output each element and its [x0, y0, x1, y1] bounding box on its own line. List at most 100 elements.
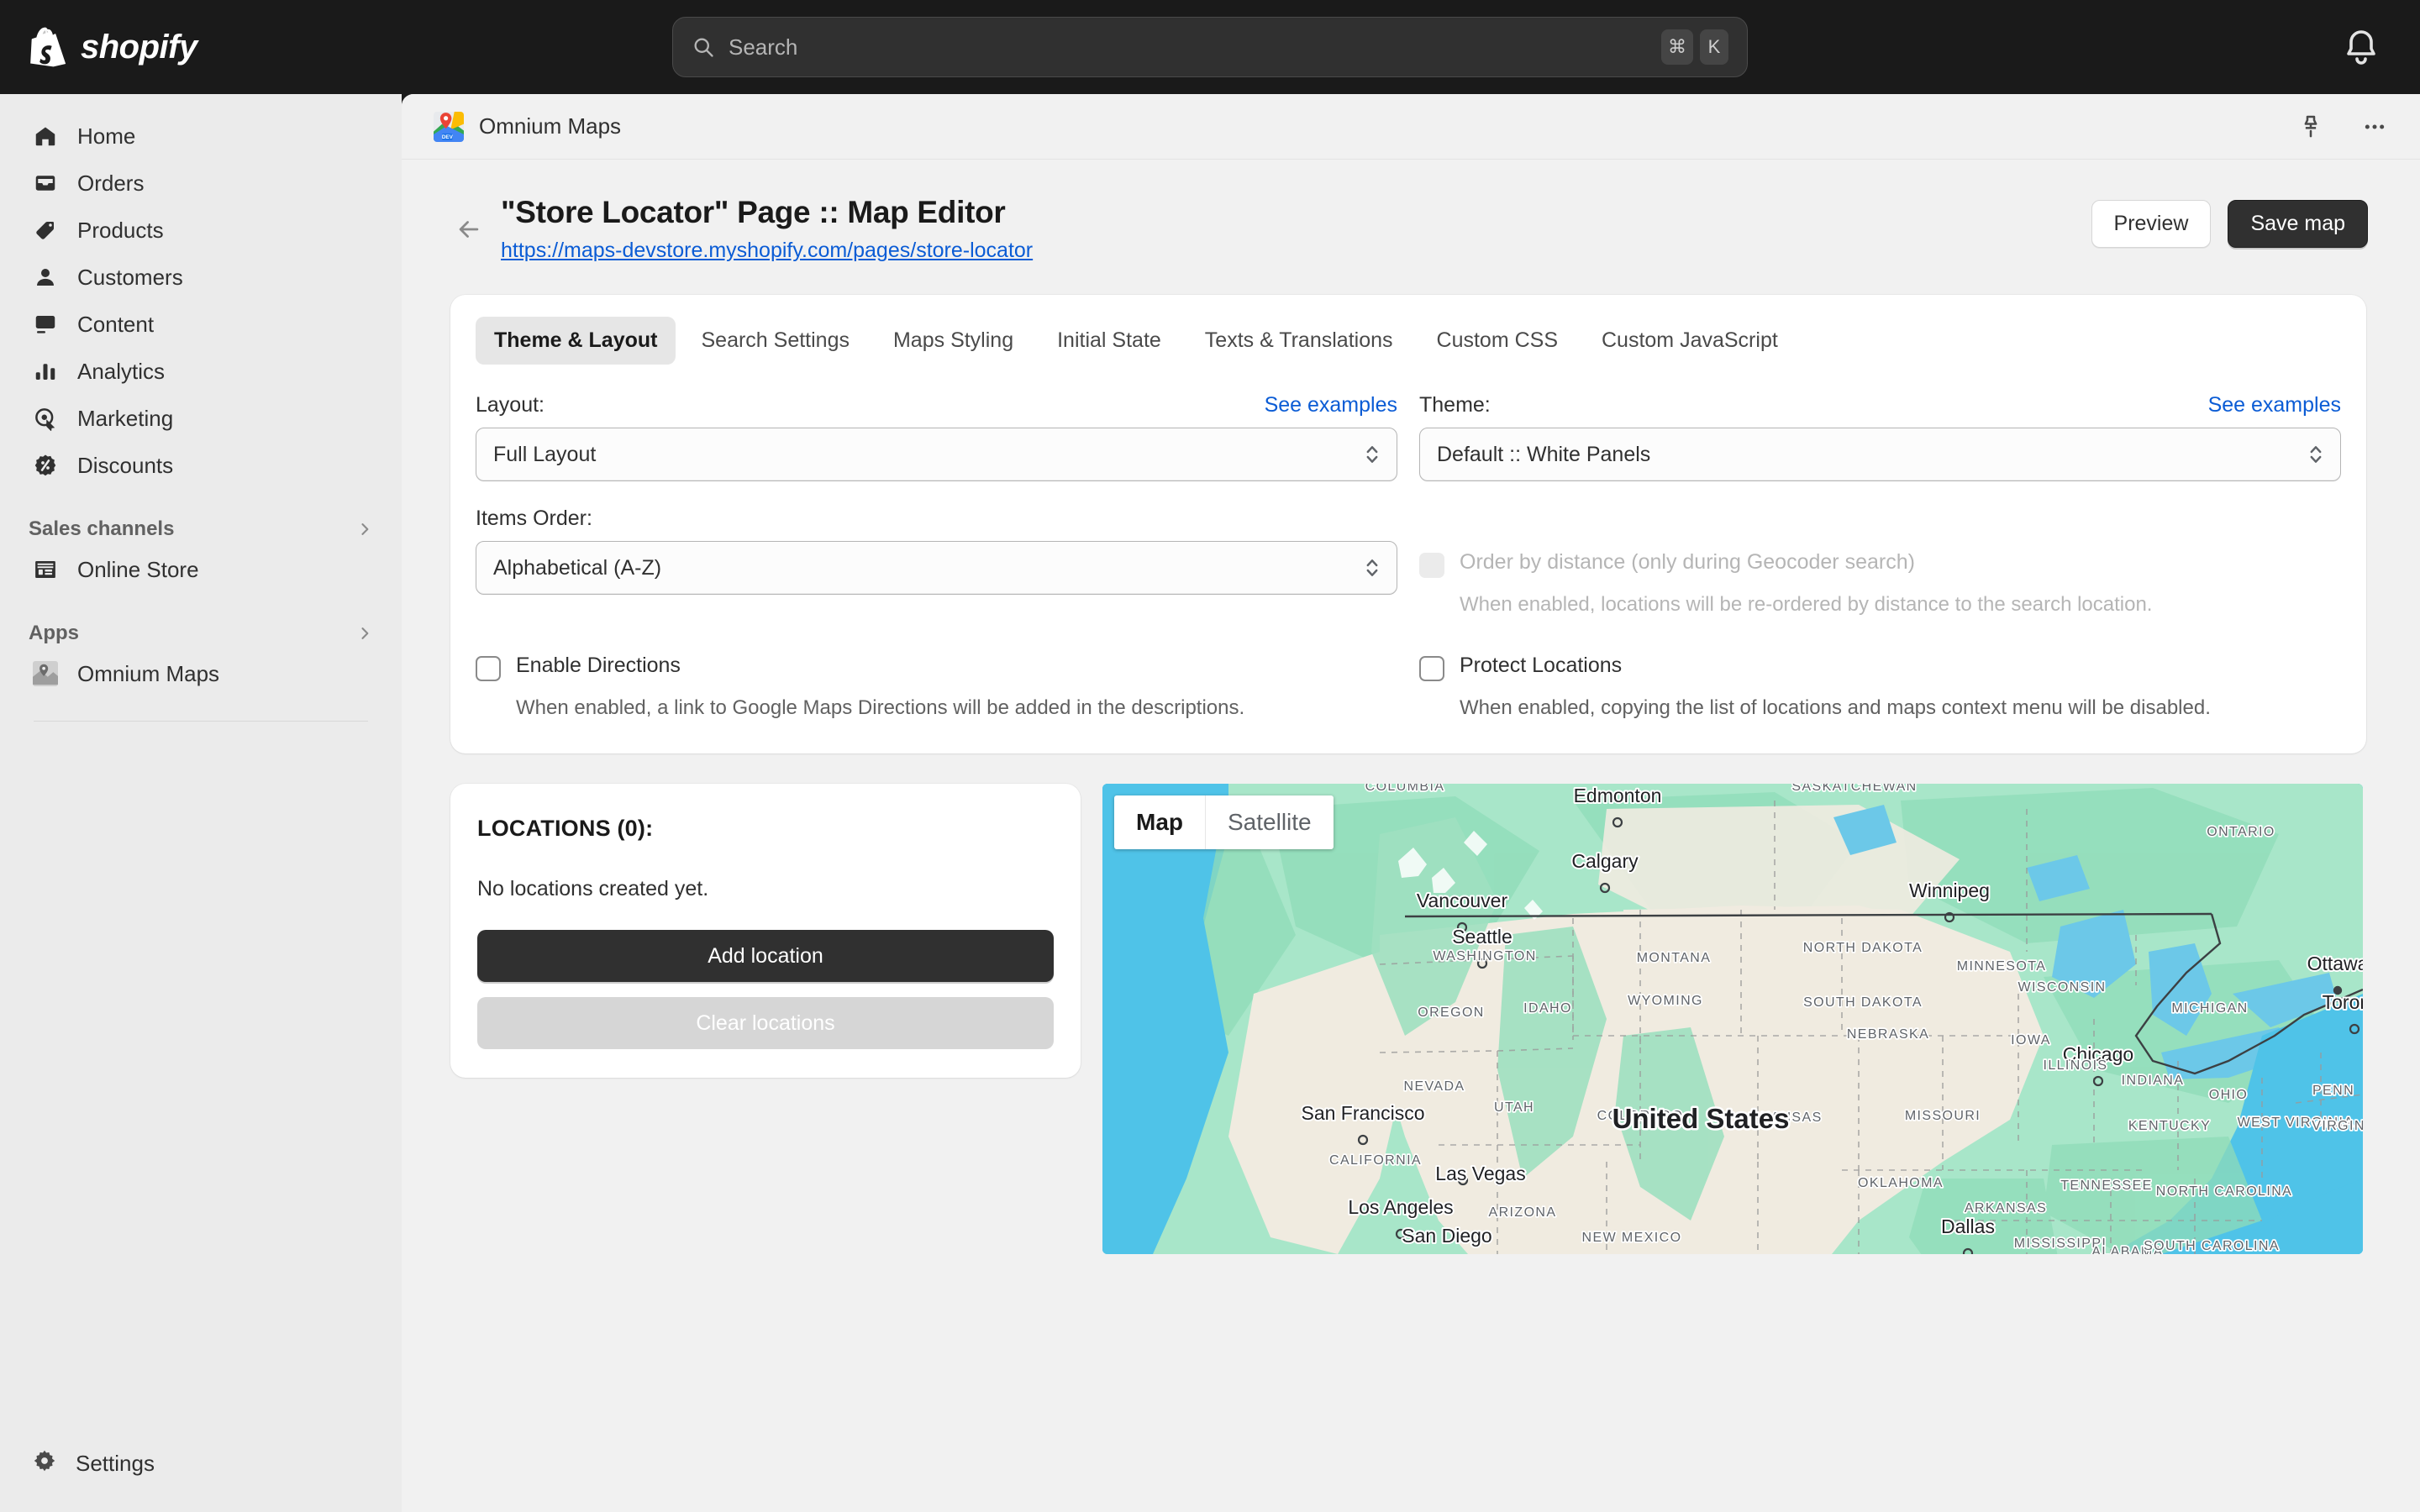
order-by-distance-help: When enabled, locations will be re-order… [1460, 593, 2153, 616]
page-header: "Store Locator" Page :: Map Editor https… [402, 160, 2420, 263]
map-city-label: Seattle [1452, 926, 1512, 948]
sidebar-section-sales-channels[interactable]: Sales channels [29, 517, 373, 541]
map-region-label: VIRGINIA [2312, 1119, 2363, 1133]
tab-custom-javascript[interactable]: Custom JavaScript [1583, 317, 1797, 365]
shopify-logo[interactable]: shopify [30, 27, 197, 67]
map-preview[interactable]: Edmonton Calgary Vancouver Winnipeg Seattle O… [1102, 784, 2363, 1254]
order-by-distance-label: Order by distance (only during Geocoder … [1460, 550, 1915, 574]
sidebar-label-settings: Settings [76, 1450, 155, 1476]
map-region-label: OHIO [2209, 1088, 2249, 1102]
sidebar-label-omnium-maps: Omnium Maps [77, 660, 220, 686]
person-icon [32, 264, 59, 291]
page-header-actions: Preview Save map [2091, 200, 2368, 248]
map-region-label: ONTARIO [2207, 825, 2275, 839]
page-url-link[interactable]: https://maps-devstore.myshopify.com/page… [501, 239, 1033, 263]
svg-text:DEV: DEV [442, 134, 454, 140]
sales-channels-label: Sales channels [29, 517, 175, 540]
sidebar-item-analytics[interactable]: Analytics [13, 348, 388, 395]
map-country-label: United States [1612, 1103, 1790, 1134]
theme-label: Theme: [1419, 393, 1491, 417]
map-region-label: NEW MEXICO [1582, 1231, 1682, 1245]
sidebar-item-settings[interactable]: Settings [13, 1440, 388, 1487]
map-region-label: NEVADA [1403, 1079, 1465, 1094]
sidebar-item-discounts[interactable]: Discounts [13, 442, 388, 489]
map-region-label: MONTANA [1637, 951, 1712, 965]
app-bar-title: Omnium Maps [479, 113, 622, 139]
back-button[interactable] [450, 211, 487, 248]
enable-directions-help: When enabled, a link to Google Maps Dire… [516, 696, 1245, 719]
map-type-satellite-button[interactable]: Satellite [1206, 795, 1334, 849]
toggles-row: Enable Directions When enabled, a link t… [476, 654, 2341, 720]
map-region-label: COLUMBIA [1365, 784, 1445, 794]
map-region-label: WASHINGTON [1433, 949, 1536, 963]
enable-directions-checkbox[interactable] [476, 656, 501, 681]
items-order-select-value: Alphabetical (A-Z) [493, 555, 662, 580]
tab-maps-styling[interactable]: Maps Styling [875, 317, 1032, 365]
sidebar-item-omnium-maps[interactable]: Omnium Maps [13, 650, 388, 697]
layout-see-examples-link[interactable]: See examples [1265, 393, 1397, 417]
map-region-label: OREGON [1418, 1005, 1485, 1020]
save-map-button[interactable]: Save map [2228, 200, 2368, 248]
tab-initial-state[interactable]: Initial State [1039, 317, 1180, 365]
map-region-label: NORTH CAROLINA [2156, 1184, 2292, 1199]
sidebar-divider [34, 721, 368, 722]
sidebar-label-analytics: Analytics [77, 358, 166, 384]
layout-select-value: Full Layout [493, 442, 597, 466]
chevron-right-icon [361, 627, 369, 639]
home-icon [32, 123, 59, 150]
tab-texts-translations[interactable]: Texts & Translations [1186, 317, 1412, 365]
order-by-distance-field: Order by distance (only during Geocoder … [1419, 507, 2341, 617]
theme-select[interactable]: Default :: White Panels [1419, 428, 2341, 481]
map-region-label: IOWA [2011, 1033, 2051, 1047]
sidebar-section-apps[interactable]: Apps [29, 622, 373, 645]
protect-locations-field: Protect Locations When enabled, copying … [1419, 654, 2341, 720]
locations-card: LOCATIONS (0): No locations created yet.… [450, 784, 1081, 1078]
add-location-button[interactable]: Add location [477, 930, 1054, 982]
sidebar-item-orders[interactable]: Orders [13, 160, 388, 207]
tab-theme-layout[interactable]: Theme & Layout [476, 317, 676, 365]
map-region-label: SOUTH DAKOTA [1803, 995, 1923, 1010]
theme-see-examples-link[interactable]: See examples [2208, 393, 2341, 417]
items-order-field: Items Order: Alphabetical (A-Z) [476, 507, 1397, 617]
kbd-k: K [1700, 29, 1728, 65]
chevron-updown-icon [1366, 559, 1378, 576]
sidebar: Home Orders Products Customers Content A… [0, 94, 402, 1512]
map-city-label: San Diego [1402, 1225, 1491, 1247]
map-city-label: Edmonton [1574, 785, 1662, 806]
more-horizontal-icon[interactable] [2358, 110, 2391, 144]
layout-theme-row: Layout: See examples Full Layout Theme: … [476, 393, 2341, 481]
pin-icon[interactable] [2294, 110, 2328, 144]
sidebar-label-discounts: Discounts [77, 452, 174, 478]
protect-locations-checkbox[interactable] [1419, 656, 1444, 681]
map-region-label: KENTUCKY [2128, 1119, 2211, 1133]
tab-search-settings[interactable]: Search Settings [682, 317, 868, 365]
sidebar-item-marketing[interactable]: Marketing [13, 395, 388, 442]
locations-and-map: LOCATIONS (0): No locations created yet.… [450, 784, 2366, 1254]
sidebar-item-content[interactable]: Content [13, 301, 388, 348]
items-order-select[interactable]: Alphabetical (A-Z) [476, 541, 1397, 595]
protect-locations-help: When enabled, copying the list of locati… [1460, 696, 2211, 719]
layout-select[interactable]: Full Layout [476, 428, 1397, 481]
map-region-label: WISCONSIN [2018, 980, 2106, 995]
map-region-label: WYOMING [1628, 994, 1703, 1008]
sidebar-label-products: Products [77, 217, 164, 243]
map-region-label: MINNESOTA [1957, 959, 2047, 974]
order-by-distance-checkbox[interactable] [1419, 553, 1444, 578]
sidebar-item-products[interactable]: Products [13, 207, 388, 254]
preview-button[interactable]: Preview [2091, 200, 2212, 248]
discount-icon [32, 452, 59, 479]
enable-directions-field: Enable Directions When enabled, a link t… [476, 654, 1397, 720]
sidebar-item-home[interactable]: Home [13, 113, 388, 160]
map-region-label: MICHIGAN [2171, 1001, 2248, 1016]
global-search[interactable]: Search ⌘ K [672, 17, 1748, 77]
map-type-map-button[interactable]: Map [1114, 795, 1206, 849]
tab-custom-css[interactable]: Custom CSS [1418, 317, 1576, 365]
sidebar-item-online-store[interactable]: Online Store [13, 546, 388, 593]
notifications-button[interactable] [2341, 27, 2381, 67]
sidebar-item-customers[interactable]: Customers [13, 254, 388, 301]
app-bar: DEV Omnium Maps [402, 94, 2420, 160]
chevron-updown-icon [2310, 446, 2322, 463]
layout-label: Layout: [476, 393, 545, 417]
map-region-label: SOUTH CAROLINA [2144, 1239, 2280, 1253]
map-city-label: Los Angeles [1348, 1196, 1453, 1218]
